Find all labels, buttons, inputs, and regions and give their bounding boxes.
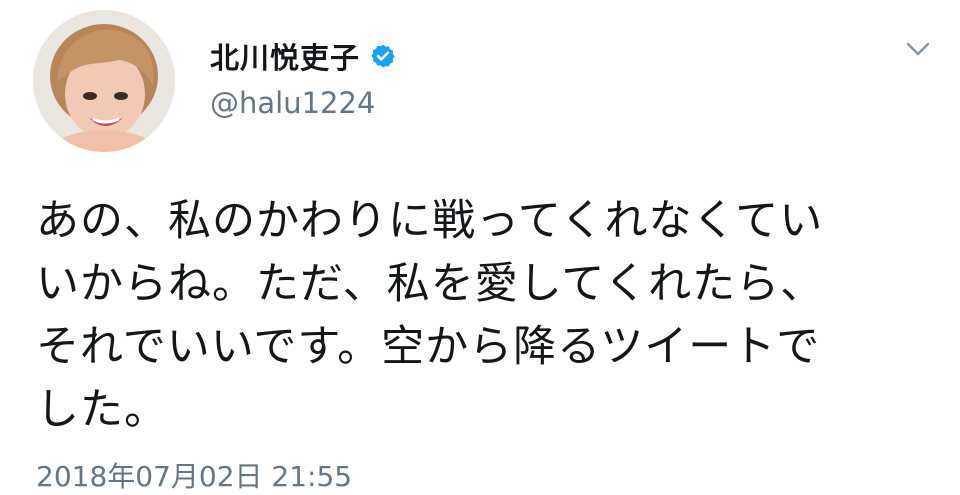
display-name[interactable]: 北川悦吏子 bbox=[210, 35, 360, 77]
user-handle[interactable]: @halu1224 bbox=[210, 86, 375, 120]
tweet-card: 北川悦吏子 @halu1224 あの、私のかわりに戦ってくれなくてい いからね。… bbox=[0, 0, 960, 495]
tweet-timestamp[interactable]: 2018年07月02日 21:55 bbox=[36, 455, 352, 495]
name-row: 北川悦吏子 bbox=[210, 36, 396, 76]
chevron-down-icon[interactable] bbox=[903, 34, 933, 64]
avatar-image bbox=[33, 10, 175, 152]
tweet-text: あの、私のかわりに戦ってくれなくてい いからね。ただ、私を愛してくれたら、 それ… bbox=[36, 196, 825, 435]
avatar[interactable] bbox=[33, 10, 175, 152]
verified-badge-icon bbox=[370, 43, 396, 69]
